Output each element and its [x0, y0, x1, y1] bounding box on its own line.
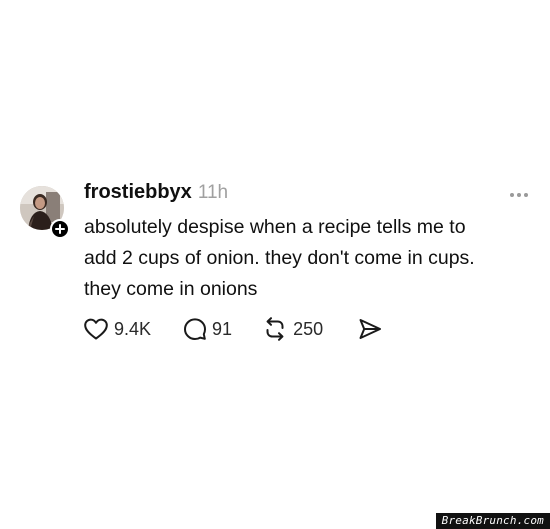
repost-button[interactable]: 250 — [262, 317, 323, 341]
ellipsis-icon — [510, 193, 528, 197]
timestamp: 11h — [197, 182, 229, 203]
post-text-line: they come in onions — [84, 278, 258, 300]
reply-count: 91 — [212, 318, 233, 339]
post-text-line: add 2 cups of onion. they don't come in … — [84, 247, 475, 269]
plus-icon — [55, 224, 65, 234]
action-bar: 9.4K 91 250 — [83, 314, 383, 344]
post-header: frostiebbyx 11h — [84, 181, 228, 209]
follow-button[interactable] — [50, 219, 70, 239]
like-button[interactable]: 9.4K — [83, 317, 151, 341]
comment-icon — [184, 318, 207, 340]
more-options-button[interactable] — [506, 186, 532, 204]
watermark: BreakBrunch.com — [435, 513, 550, 529]
thread-post: frostiebbyx 11h absolutely despise when … — [0, 0, 550, 529]
heart-icon — [84, 318, 108, 340]
repost-icon — [266, 317, 284, 341]
like-count: 9.4K — [114, 318, 152, 339]
post-text-line: absolutely despise when a recipe tells m… — [84, 216, 466, 238]
username[interactable]: frostiebbyx — [84, 181, 192, 204]
send-icon — [359, 319, 382, 339]
reply-button[interactable]: 91 — [183, 317, 232, 341]
repost-count: 250 — [293, 318, 324, 339]
share-button[interactable] — [357, 317, 383, 341]
post-body: absolutely despise when a recipe tells m… — [84, 212, 532, 305]
avatar-container[interactable] — [20, 186, 70, 239]
